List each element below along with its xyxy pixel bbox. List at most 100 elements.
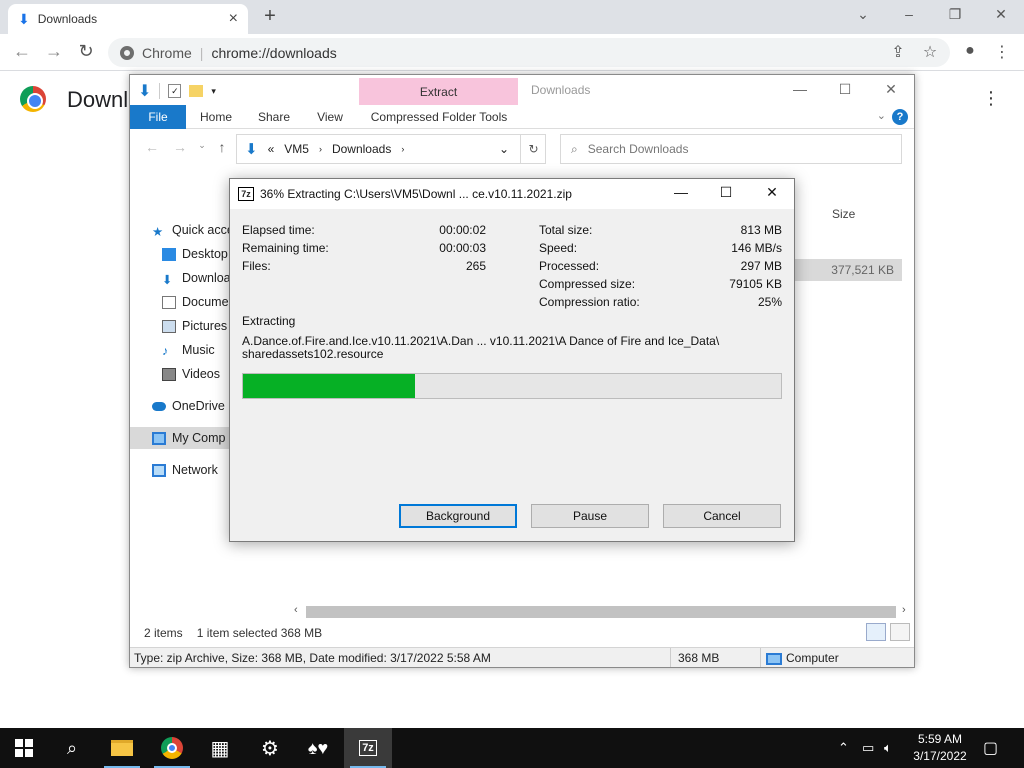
nav-item-videos[interactable]: Videos bbox=[162, 363, 220, 385]
nav-item-downloads[interactable]: ⬇ Downloa bbox=[162, 267, 231, 289]
breadcrumb-vm5[interactable]: VM5 bbox=[284, 142, 309, 156]
notifications-icon[interactable]: ▢ bbox=[983, 738, 998, 758]
expand-ribbon-icon[interactable]: ⌄ bbox=[877, 109, 886, 122]
restore-button[interactable]: ❐ bbox=[940, 6, 970, 23]
quick-access-toolbar: ⬇ ✓ ▾ bbox=[138, 81, 216, 101]
nav-item-music[interactable]: ♪ Music bbox=[162, 339, 215, 361]
operation-label: Extracting bbox=[242, 314, 296, 328]
nav-item-network[interactable]: Network bbox=[152, 459, 218, 481]
taskbar-clock[interactable]: 5:59 AM 3/17/2022 bbox=[905, 731, 975, 765]
chevron-down-icon[interactable]: ⌄ bbox=[848, 6, 878, 23]
search-input[interactable]: ⌕ Search Downloads bbox=[560, 134, 902, 164]
horizontal-scrollbar[interactable]: ‹ › bbox=[290, 604, 914, 620]
more-actions-icon[interactable]: ⋮ bbox=[982, 88, 1000, 109]
new-tab-button[interactable]: + bbox=[258, 5, 282, 28]
downloads-folder-icon: ⬇ bbox=[245, 141, 258, 158]
scroll-right-icon[interactable]: › bbox=[902, 604, 906, 616]
nav-item-pictures[interactable]: Pictures bbox=[162, 315, 227, 337]
path-overflow-icon[interactable]: « bbox=[268, 142, 275, 156]
nav-item-quick-access[interactable]: ★ Quick acce bbox=[152, 219, 234, 241]
stat-label-speed: Speed: bbox=[539, 241, 578, 255]
nav-item-desktop[interactable]: Desktop bbox=[162, 243, 228, 265]
star-icon: ★ bbox=[152, 224, 164, 239]
properties-icon[interactable]: ✓ bbox=[168, 84, 182, 98]
tab-compressed-folder-tools[interactable]: Compressed Folder Tools bbox=[366, 105, 512, 129]
nav-item-documents[interactable]: Docume bbox=[162, 291, 229, 313]
chrome-icon bbox=[120, 45, 134, 60]
search-icon: ⌕ bbox=[571, 141, 578, 156]
stat-label-total-size: Total size: bbox=[539, 223, 593, 237]
new-folder-icon[interactable] bbox=[189, 85, 204, 97]
breadcrumb-chevron-icon: › bbox=[318, 144, 322, 154]
taskbar-file-explorer[interactable] bbox=[98, 728, 146, 768]
address-dropdown-icon[interactable]: ⌄ bbox=[499, 142, 509, 156]
close-window-button[interactable]: ✕ bbox=[986, 6, 1016, 23]
back-button[interactable]: ← bbox=[10, 41, 34, 62]
scrollbar-thumb[interactable] bbox=[306, 606, 896, 618]
minimize-button[interactable]: – bbox=[894, 6, 924, 22]
windows-logo-icon bbox=[15, 739, 33, 757]
breadcrumb-downloads[interactable]: Downloads bbox=[332, 142, 391, 156]
help-icon[interactable]: ? bbox=[892, 109, 908, 125]
up-one-level-button[interactable]: ↑ bbox=[210, 139, 234, 155]
nav-item-onedrive[interactable]: OneDrive bbox=[152, 395, 225, 417]
scroll-left-icon[interactable]: ‹ bbox=[294, 604, 298, 616]
taskbar-7zip[interactable]: 7z bbox=[344, 728, 392, 768]
download-icon: ⬇ bbox=[18, 10, 30, 27]
taskbar-calculator[interactable]: ▦ bbox=[196, 728, 244, 768]
omnibox-separator: | bbox=[199, 44, 204, 61]
stat-label-processed: Processed: bbox=[539, 259, 600, 273]
tab-home[interactable]: Home bbox=[192, 105, 240, 129]
tab-share[interactable]: Share bbox=[250, 105, 298, 129]
tab-file[interactable]: File bbox=[130, 105, 186, 129]
refresh-button[interactable]: ↻ bbox=[520, 134, 546, 164]
tray-overflow-icon[interactable]: ⌃ bbox=[838, 740, 849, 756]
stat-value-remaining: 00:00:03 bbox=[439, 241, 486, 255]
explorer-forward-button[interactable]: → bbox=[168, 139, 192, 155]
explorer-address-bar[interactable]: ⬇ « VM5 › Downloads › ⌄ bbox=[236, 134, 546, 164]
details-view-icon[interactable] bbox=[866, 623, 886, 641]
stat-value-compression-ratio: 25% bbox=[757, 295, 782, 309]
cancel-button[interactable]: Cancel bbox=[663, 504, 781, 528]
bookmark-star-icon[interactable]: ☆ bbox=[918, 42, 942, 62]
taskbar-solitaire[interactable]: ♠♥ bbox=[294, 728, 342, 768]
pause-button[interactable]: Pause bbox=[531, 504, 649, 528]
close-tab-icon[interactable]: × bbox=[229, 10, 238, 28]
dialog-close-button[interactable]: ✕ bbox=[757, 184, 787, 201]
background-button[interactable]: Background bbox=[399, 504, 517, 528]
reload-button[interactable]: ↻ bbox=[74, 41, 98, 62]
stat-label-compression-ratio: Compression ratio: bbox=[539, 295, 640, 309]
current-file-path: A.Dance.of.Fire.and.Ice.v10.11.2021\A.Da… bbox=[242, 334, 720, 348]
file-row-size[interactable]: 377,521 KB bbox=[792, 259, 902, 281]
search-button[interactable]: ⌕ bbox=[48, 728, 96, 768]
nav-label: Quick acce bbox=[172, 223, 234, 237]
dialog-maximize-button[interactable]: ☐ bbox=[711, 184, 741, 201]
start-button[interactable] bbox=[0, 728, 48, 768]
taskbar-chrome[interactable] bbox=[148, 728, 196, 768]
large-icons-view-icon[interactable] bbox=[890, 623, 910, 641]
network-icon[interactable]: ▭ bbox=[862, 740, 874, 756]
dialog-titlebar: 7z 36% Extracting C:\Users\VM5\Downl ...… bbox=[230, 179, 794, 209]
contextual-tab-extract[interactable]: Extract bbox=[359, 78, 518, 105]
chrome-tab-downloads[interactable]: ⬇ Downloads × bbox=[8, 4, 248, 34]
chrome-tab-strip: ⬇ Downloads × + ⌄ – ❐ ✕ bbox=[0, 0, 1024, 34]
nav-item-my-computer[interactable]: My Comp bbox=[130, 427, 240, 449]
dialog-minimize-button[interactable]: — bbox=[666, 184, 696, 200]
7zip-icon: 7z bbox=[359, 740, 377, 756]
profile-avatar[interactable]: ● bbox=[958, 42, 982, 60]
explorer-minimize-button[interactable]: — bbox=[785, 81, 815, 97]
address-bar[interactable]: Chrome | chrome://downloads bbox=[108, 38, 950, 67]
explorer-back-button[interactable]: ← bbox=[140, 139, 164, 155]
explorer-maximize-button[interactable]: ☐ bbox=[830, 81, 860, 98]
customize-qat-icon[interactable]: ▾ bbox=[211, 86, 216, 97]
tab-view[interactable]: View bbox=[306, 105, 354, 129]
taskbar-settings[interactable]: ⚙ bbox=[246, 728, 294, 768]
volume-icon[interactable]: 🔈︎ bbox=[884, 740, 892, 756]
explorer-address-row: ← → ⌄ ↑ ⬇ « VM5 › Downloads › ⌄ ↻ ⌕ Sear… bbox=[130, 129, 914, 169]
share-icon[interactable]: ⇪ bbox=[886, 42, 910, 62]
forward-button[interactable]: → bbox=[42, 41, 66, 62]
column-header-size[interactable]: Size bbox=[832, 207, 855, 221]
explorer-close-button[interactable]: ✕ bbox=[876, 81, 906, 98]
items-count: 2 items bbox=[144, 626, 183, 640]
chrome-menu-icon[interactable]: ⋮ bbox=[990, 42, 1014, 62]
